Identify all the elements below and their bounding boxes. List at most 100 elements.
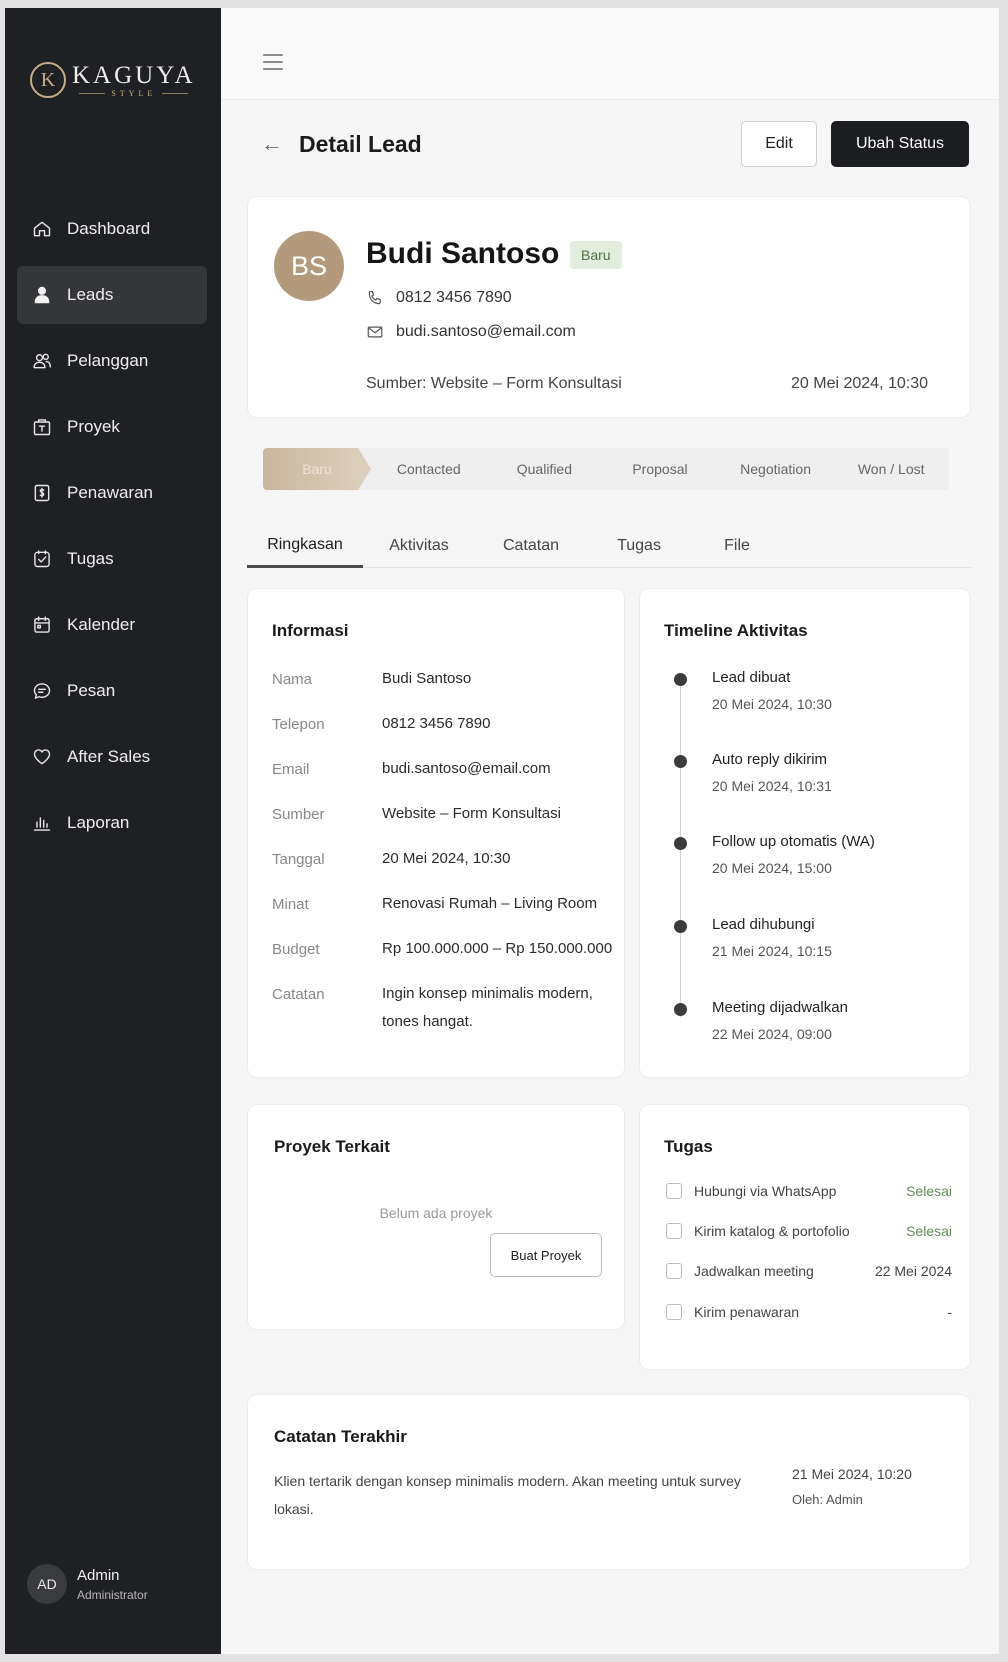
create-project-button[interactable]: Buat Proyek <box>490 1233 602 1277</box>
info-row: Email budi.santoso@email.com <box>272 760 551 778</box>
stage-baru[interactable]: Baru <box>263 448 371 490</box>
task-checkbox[interactable] <box>666 1183 682 1199</box>
task-status: Selesai <box>906 1223 952 1239</box>
timeline-item: Lead dibuat 20 Mei 2024, 10:30 <box>674 669 832 712</box>
tab-catatan[interactable]: Catatan <box>475 524 587 568</box>
timeline-item: Meeting dijadwalkan 22 Mei 2024, 09:00 <box>674 999 848 1042</box>
sidebar-item-pesan[interactable]: Pesan <box>17 662 207 720</box>
avatar: AD <box>27 1564 67 1604</box>
note-text: Klien tertarik dengan konsep minimalis m… <box>274 1473 741 1517</box>
info-row: Budget Rp 100.000.000 – Rp 150.000.000 <box>272 940 613 958</box>
user-profile[interactable]: AD Admin Administrator <box>27 1564 148 1604</box>
task-checkbox[interactable] <box>666 1263 682 1279</box>
info-row: Nama Budi Santoso <box>272 670 472 688</box>
stage-negotiation[interactable]: Negotiation <box>718 448 834 490</box>
avatar: BS <box>274 231 344 301</box>
stage-contacted[interactable]: Contacted <box>371 448 487 490</box>
stage-qualified[interactable]: Qualified <box>487 448 603 490</box>
home-icon <box>31 218 53 240</box>
timeline-title: Timeline Aktivitas <box>664 621 808 640</box>
sidebar-nav: Dashboard Leads Pelanggan Proyek Penawar… <box>17 200 207 860</box>
status-badge: Baru <box>570 241 622 269</box>
sidebar-item-dashboard[interactable]: Dashboard <box>17 200 207 258</box>
calendar-icon <box>31 614 53 636</box>
task-status: 22 Mei 2024 <box>874 1263 952 1279</box>
brand-name: KAGUYA <box>72 61 196 89</box>
topbar <box>221 8 999 100</box>
sidebar-item-label: Proyek <box>67 417 120 436</box>
note-date: 21 Mei 2024, 10:20 <box>792 1466 912 1482</box>
task-status: - <box>947 1304 952 1320</box>
sidebar-item-laporan[interactable]: Laporan <box>17 794 207 852</box>
task-status: Selesai <box>906 1183 952 1199</box>
info-card: Informasi Nama Budi Santoso Telepon 0812 3… <box>247 588 625 1078</box>
sidebar-item-label: Tugas <box>67 549 114 568</box>
chart-icon <box>31 812 53 834</box>
edit-button[interactable]: Edit <box>741 121 817 167</box>
message-icon <box>31 680 53 702</box>
page-title: Detail Lead <box>299 130 422 157</box>
timeline-dot <box>674 837 687 850</box>
note-author: Oleh: Admin <box>792 1492 863 1507</box>
app-window: K KAGUYA STYLE Dashboard Leads Pelanggan… <box>5 8 999 1654</box>
lead-name: Budi Santoso <box>366 237 560 270</box>
task-item: Kirim penawaran - <box>666 1304 952 1320</box>
timeline-item: Auto reply dikirim 20 Mei 2024, 10:31 <box>674 751 832 794</box>
user-role: Administrator <box>77 1587 148 1602</box>
task-checkbox[interactable] <box>666 1304 682 1320</box>
logo-icon: K <box>30 62 66 98</box>
sidebar-item-leads[interactable]: Leads <box>17 266 207 324</box>
task-checkbox[interactable] <box>666 1223 682 1239</box>
stage-won-lost[interactable]: Won / Lost <box>833 448 949 490</box>
menu-icon[interactable] <box>263 54 283 70</box>
sidebar-item-label: Dashboard <box>67 219 151 238</box>
main-content: ← Detail Lead Edit Ubah Status BS Budi S… <box>221 8 999 1654</box>
sidebar-item-penawaran[interactable]: Penawaran <box>17 464 207 522</box>
timeline-dot <box>674 755 687 768</box>
user-name: Admin <box>77 1566 120 1584</box>
task-icon <box>31 548 53 570</box>
change-status-button[interactable]: Ubah Status <box>831 121 969 167</box>
lead-profile-card: BS Budi Santoso Baru 0812 3456 7890 budi… <box>247 196 971 418</box>
timeline-dot <box>674 920 687 933</box>
project-icon <box>31 416 53 438</box>
task-item: Hubungi via WhatsApp Selesai <box>666 1183 952 1199</box>
sidebar-item-after-sales[interactable]: After Sales <box>17 728 207 786</box>
page-header: ← Detail Lead Edit Ubah Status <box>261 120 969 168</box>
sidebar-item-kalender[interactable]: Kalender <box>17 596 207 654</box>
heart-icon <box>31 746 53 768</box>
latest-note-title: Catatan Terakhir <box>274 1427 407 1446</box>
tab-tugas[interactable]: Tugas <box>587 524 691 568</box>
tab-file[interactable]: File <box>691 524 783 568</box>
sidebar-item-label: Pesan <box>67 681 116 700</box>
info-row: Tanggal 20 Mei 2024, 10:30 <box>272 850 511 868</box>
tab-ringkasan[interactable]: Ringkasan <box>247 524 363 568</box>
pipeline-stepper: Baru Contacted Qualified Proposal Negoti… <box>263 448 949 490</box>
info-row: Minat Renovasi Rumah – Living Room <box>272 895 598 913</box>
sidebar: K KAGUYA STYLE Dashboard Leads Pelanggan… <box>5 8 221 1654</box>
task-card: Tugas Hubungi via WhatsApp Selesai Kirim … <box>639 1104 971 1370</box>
lead-date: 20 Mei 2024, 10:30 <box>791 375 928 392</box>
brand-logo[interactable]: K KAGUYA STYLE <box>30 62 196 98</box>
lead-email: budi.santoso@email.com <box>366 323 576 341</box>
lead-source: Sumber: Website – Form Konsultasi <box>366 375 622 392</box>
mail-icon <box>366 323 386 341</box>
timeline-card: Timeline Aktivitas Lead dibuat 20 Mei 202… <box>639 588 971 1078</box>
customers-icon <box>31 350 53 372</box>
timeline-item: Lead dihubungi 21 Mei 2024, 10:15 <box>674 916 832 959</box>
sidebar-item-label: Penawaran <box>67 483 154 502</box>
back-arrow-icon[interactable]: ← <box>261 131 283 157</box>
sidebar-item-pelanggan[interactable]: Pelanggan <box>17 332 207 390</box>
timeline-item: Follow up otomatis (WA) 20 Mei 2024, 15:0… <box>674 833 875 876</box>
sidebar-item-proyek[interactable]: Proyek <box>17 398 207 456</box>
sidebar-item-tugas[interactable]: Tugas <box>17 530 207 588</box>
users-icon <box>31 284 53 306</box>
note-meta: 21 Mei 2024, 10:20 Oleh: Admin <box>792 1461 912 1513</box>
task-title: Tugas <box>664 1137 713 1156</box>
timeline-dot <box>674 673 687 686</box>
tab-aktivitas[interactable]: Aktivitas <box>363 524 475 568</box>
related-project-title: Proyek Terkait <box>274 1137 390 1156</box>
stage-proposal[interactable]: Proposal <box>602 448 718 490</box>
phone-icon <box>366 289 386 307</box>
sidebar-item-label: Leads <box>67 285 114 304</box>
